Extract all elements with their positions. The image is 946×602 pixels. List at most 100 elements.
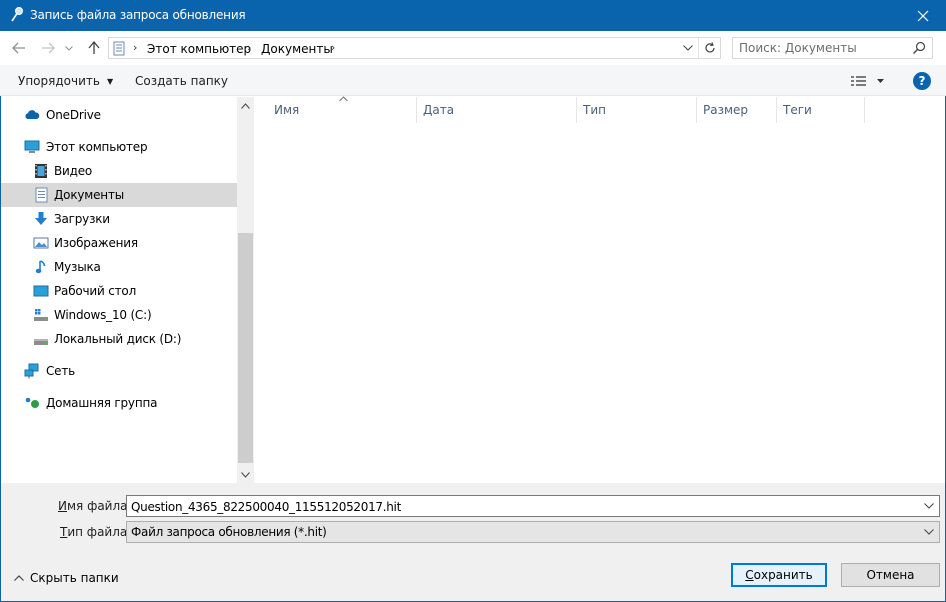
command-bar: Упорядочить ▼ Создать папку: [0, 65, 946, 96]
music-note-icon: [35, 260, 46, 274]
sidebar-item-network[interactable]: Сеть: [1, 359, 237, 383]
sidebar-item-onedrive[interactable]: OneDrive: [1, 103, 237, 127]
sidebar-item-drive-c[interactable]: Windows_10 (C:): [1, 303, 237, 327]
arrow-left-icon: [12, 42, 25, 54]
sidebar-scrollbar[interactable]: [237, 97, 254, 483]
homegroup-icon: [25, 397, 39, 408]
organize-button[interactable]: Упорядочить ▼: [18, 74, 113, 88]
pin-icon: [11, 7, 23, 22]
scroll-up-button[interactable]: [237, 97, 254, 114]
arrow-right-icon: [42, 42, 55, 54]
filename-input[interactable]: [131, 499, 911, 514]
change-view-button[interactable]: [850, 73, 890, 89]
filename-dropdown-button[interactable]: [922, 499, 936, 513]
breadcrumb-separator-icon: ›: [247, 41, 252, 54]
hide-folders-button[interactable]: Скрыть папки: [14, 571, 119, 585]
column-header-label: Тип: [583, 103, 606, 117]
column-header-name[interactable]: Имя: [268, 96, 417, 123]
breadcrumb-this-pc[interactable]: Этот компьютер: [147, 42, 251, 56]
back-button[interactable]: [9, 38, 29, 58]
navigation-bar: › Этот компьютер › Документы ›: [0, 31, 946, 65]
save-button[interactable]: Сохранить: [731, 563, 827, 587]
scroll-down-button[interactable]: [237, 466, 254, 483]
file-list[interactable]: Имя Дата Тип Размер Теги: [254, 96, 945, 483]
close-button[interactable]: [900, 0, 946, 31]
column-header-label: Дата: [423, 103, 455, 117]
chevron-down-icon: [65, 45, 73, 51]
filename-combobox[interactable]: [126, 495, 940, 517]
save-accelerator: С: [745, 568, 754, 582]
forward-button[interactable]: [38, 38, 58, 58]
column-header-type[interactable]: Тип: [577, 97, 697, 123]
cloud-icon: [25, 110, 40, 119]
column-header-date[interactable]: Дата: [417, 97, 577, 123]
sidebar-item-documents[interactable]: Документы: [1, 183, 237, 207]
column-header-size[interactable]: Размер: [697, 97, 777, 123]
breadcrumb-separator-icon: ›: [133, 41, 138, 54]
sidebar-item-label: Загрузки: [54, 212, 110, 226]
sidebar-item-this-pc[interactable]: Этот компьютер: [1, 135, 237, 159]
sort-ascending-icon: [339, 96, 348, 102]
document-icon: [35, 187, 48, 203]
sidebar-item-label: Видео: [54, 164, 93, 178]
address-dropdown-button[interactable]: [681, 41, 695, 55]
scroll-thumb[interactable]: [238, 233, 253, 463]
filetype-dropdown-button[interactable]: [922, 525, 936, 539]
system-drive-icon: [34, 309, 48, 321]
chevron-down-icon: [924, 529, 934, 535]
cancel-button[interactable]: Отмена: [841, 563, 940, 587]
column-header-tags[interactable]: Теги: [777, 97, 865, 123]
chevron-up-icon: [14, 575, 24, 581]
sidebar-item-label: OneDrive: [46, 108, 101, 122]
caret-down-icon: ▼: [106, 77, 114, 86]
new-folder-button[interactable]: Создать папку: [135, 74, 228, 88]
document-location-icon: [113, 41, 125, 56]
sidebar-item-label: Изображения: [54, 236, 138, 250]
chevron-down-icon: [683, 45, 693, 51]
sidebar-item-label: Этот компьютер: [46, 140, 148, 154]
sidebar-item-drive-d[interactable]: Локальный диск (D:): [1, 327, 237, 351]
sidebar-item-music[interactable]: Музыка: [1, 255, 237, 279]
sidebar-item-label: Windows_10 (C:): [54, 308, 152, 322]
chevron-up-icon: [241, 102, 250, 109]
sidebar-item-downloads[interactable]: Загрузки: [1, 207, 237, 231]
sidebar-item-label: Сеть: [46, 364, 76, 378]
column-header-label: Имя: [274, 103, 300, 117]
filename-label: Имя файла:: [58, 499, 132, 513]
navigation-pane: OneDrive Этот компьютер Видео Документы …: [1, 97, 237, 483]
sidebar-item-label: Рабочий стол: [54, 284, 137, 298]
close-icon: [917, 10, 929, 21]
sidebar-item-desktop[interactable]: Рабочий стол: [1, 279, 237, 303]
up-button[interactable]: [84, 38, 104, 58]
filetype-label: Тип файла:: [60, 525, 132, 539]
search-box[interactable]: [732, 37, 933, 59]
save-label: охранить: [753, 568, 813, 582]
search-icon[interactable]: [912, 41, 926, 55]
sidebar-item-pictures[interactable]: Изображения: [1, 231, 237, 255]
desktop-icon: [33, 285, 49, 297]
new-folder-label: Создать папку: [135, 74, 229, 88]
chevron-down-icon: [241, 471, 250, 478]
chevron-down-icon: [924, 503, 934, 509]
column-header-label: Теги: [783, 103, 812, 117]
breadcrumb-documents[interactable]: Документы: [261, 42, 333, 56]
help-button[interactable]: ?: [913, 72, 931, 90]
sidebar-item-label: Домашняя группа: [46, 396, 158, 410]
sidebar-item-videos[interactable]: Видео: [1, 159, 237, 183]
drive-icon: [34, 339, 48, 345]
refresh-icon: [704, 42, 715, 53]
sidebar-item-homegroup[interactable]: Домашняя группа: [1, 391, 237, 415]
search-input[interactable]: [739, 41, 909, 55]
filetype-select[interactable]: Файл запроса обновления (*.hit): [126, 521, 940, 543]
film-icon: [35, 164, 47, 178]
arrow-up-icon: [88, 41, 100, 54]
recent-locations-button[interactable]: [62, 38, 76, 58]
address-bar[interactable]: › Этот компьютер › Документы ›: [108, 37, 721, 59]
image-icon: [33, 237, 49, 249]
column-header-label: Размер: [703, 103, 749, 117]
network-icon: [24, 363, 39, 379]
window-title: Запись файла запроса обновления: [30, 8, 246, 22]
refresh-button[interactable]: [698, 38, 720, 58]
download-arrow-icon: [35, 212, 47, 225]
details-view-icon: [851, 76, 884, 86]
